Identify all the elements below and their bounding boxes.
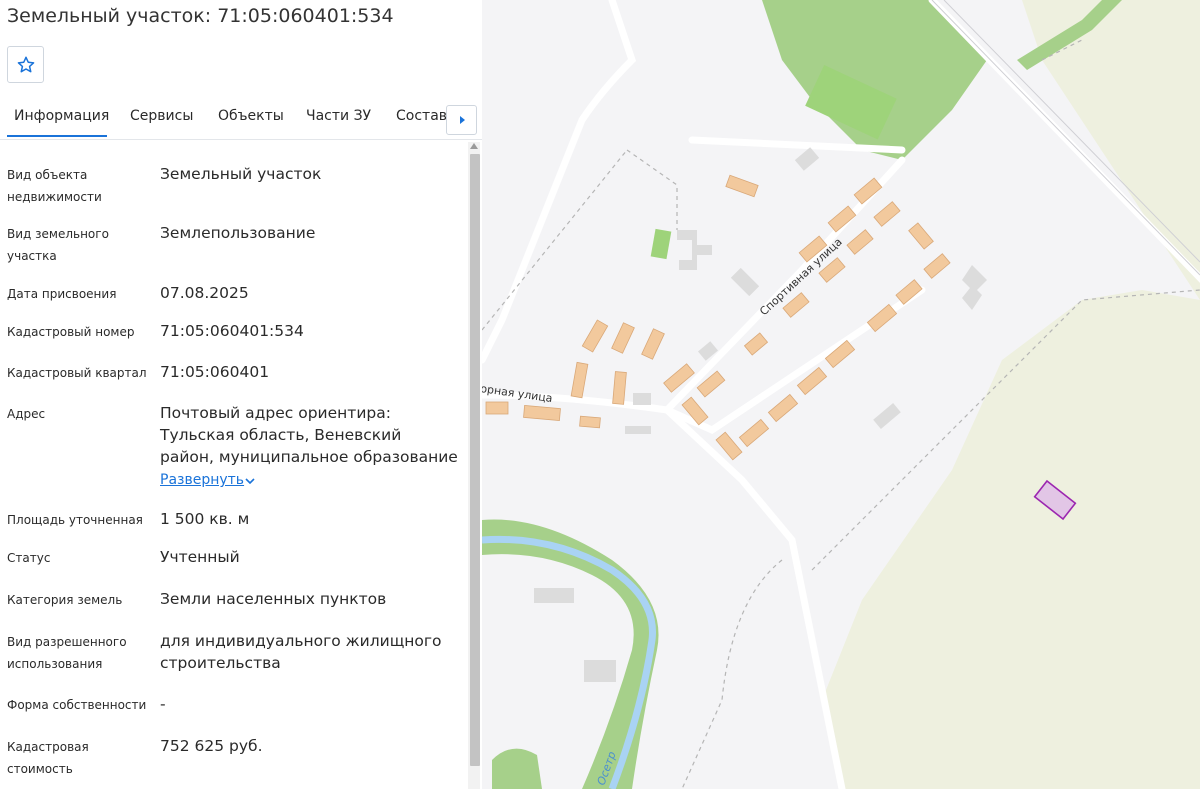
tab-bar: Информация Сервисы Объекты Части ЗУ Сост…	[0, 101, 482, 140]
field-label-object-type: Вид объекта недвижимости	[7, 168, 102, 204]
field-value-ownership: -	[160, 695, 166, 713]
tab-parts[interactable]: Части ЗУ	[306, 108, 371, 124]
tabs-scroll-right-button[interactable]	[446, 105, 477, 135]
map-view[interactable]: Спортивная улица орная улица Осетр	[482, 0, 1200, 789]
field-label-cadastral-value: Кадастровая стоимость	[7, 740, 89, 776]
field-value-land-category: Земли населенных пунктов	[160, 590, 387, 608]
caret-right-icon	[459, 116, 465, 124]
scrollbar-thumb[interactable]	[470, 154, 480, 766]
field-value-land-type: Землепользование	[160, 224, 316, 242]
field-value-object-type: Земельный участок	[160, 165, 322, 183]
field-value-permitted-use: для индивидуального жилищного строительс…	[160, 632, 442, 672]
field-label-status: Статус	[7, 551, 51, 565]
page-title: Земельный участок: 71:05:060401:534	[7, 5, 394, 27]
field-value-address: Почтовый адрес ориентира: Тульская облас…	[160, 404, 458, 466]
field-label-cadastral-quarter: Кадастровый квартал	[7, 366, 147, 380]
tab-composition[interactable]: Состав	[396, 108, 447, 124]
star-outline-icon	[17, 56, 34, 72]
field-value-status: Учтенный	[160, 548, 240, 566]
tab-objects[interactable]: Объекты	[218, 108, 284, 124]
field-label-assign-date: Дата присвоения	[7, 287, 117, 301]
info-panel: Земельный участок: 71:05:060401:534 Инфо…	[0, 0, 482, 789]
field-value-cadastral-number: 71:05:060401:534	[160, 322, 304, 340]
scroll-up-arrow-icon[interactable]	[470, 143, 478, 149]
field-label-permitted-use: Вид разрешенного использования	[7, 635, 127, 671]
field-label-cadastral-number: Кадастровый номер	[7, 325, 135, 339]
map-canvas[interactable]: Спортивная улица орная улица Осетр	[482, 0, 1200, 789]
field-label-land-category: Категория земель	[7, 593, 123, 607]
expand-address-link[interactable]: Развернуть	[160, 472, 244, 488]
tab-services[interactable]: Сервисы	[130, 108, 193, 124]
favorite-button[interactable]	[7, 46, 44, 83]
field-label-area: Площадь уточненная	[7, 513, 143, 527]
field-value-cadastral-value: 752 625 руб.	[160, 737, 263, 755]
field-label-ownership: Форма собственности	[7, 698, 147, 712]
tab-information[interactable]: Информация	[14, 108, 109, 124]
field-value-area: 1 500 кв. м	[160, 510, 250, 528]
forest-bottom	[492, 748, 542, 789]
field-label-land-type: Вид земельного участка	[7, 227, 109, 263]
field-value-assign-date: 07.08.2025	[160, 284, 249, 302]
field-label-address: Адрес	[7, 407, 46, 421]
active-tab-indicator	[7, 135, 107, 137]
field-value-cadastral-quarter: 71:05:060401	[160, 363, 270, 381]
chevron-down-icon[interactable]	[244, 476, 256, 486]
